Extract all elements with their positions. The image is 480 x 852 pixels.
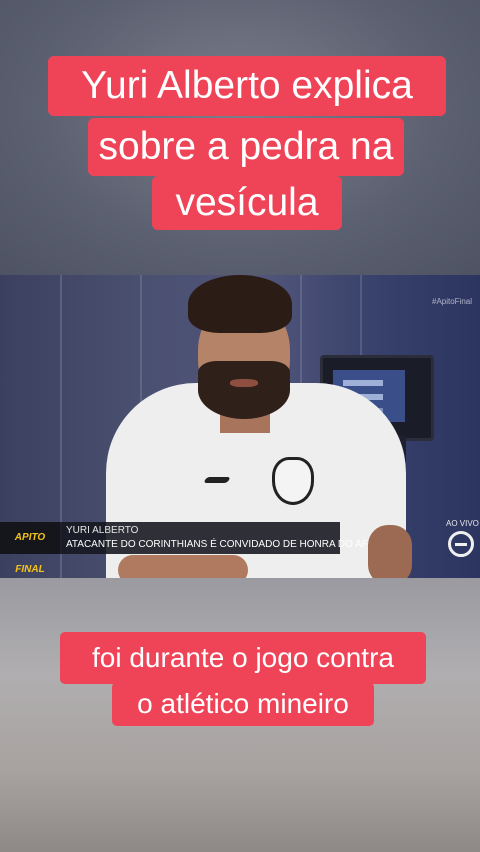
bottom-caption-line-2: o atlético mineiro: [112, 682, 374, 726]
video-frame[interactable]: #ApitoFinal APITO FINAL YURI ALBERTO ATA…: [0, 275, 480, 578]
beard: [198, 361, 290, 419]
live-label: AO VIVO: [446, 519, 479, 528]
hands: [118, 555, 248, 578]
top-caption-line-2: sobre a pedra na: [88, 118, 404, 176]
top-caption-line-3: vesícula: [152, 176, 342, 230]
bottom-caption-line-1: foi durante o jogo contra: [60, 632, 426, 684]
watermark: #ApitoFinal: [432, 297, 473, 306]
mouth: [230, 379, 258, 387]
club-crest-icon: [272, 457, 314, 505]
top-caption-line-1: Yuri Alberto explica: [48, 56, 446, 116]
lower-third: APITO FINAL YURI ALBERTO ATACANTE DO COR…: [0, 522, 368, 575]
guest-name: YURI ALBERTO: [66, 525, 139, 536]
swoosh-logo-icon: [203, 477, 231, 483]
broadcast-channel-icon: [448, 531, 474, 557]
guest-description: ATACANTE DO CORINTHIANS É CONVIDADO DE H…: [66, 539, 368, 550]
lower-third-info: YURI ALBERTO ATACANTE DO CORINTHIANS É C…: [60, 522, 368, 554]
hair: [188, 275, 292, 333]
arm: [368, 525, 412, 578]
show-logo: APITO FINAL: [0, 522, 60, 575]
